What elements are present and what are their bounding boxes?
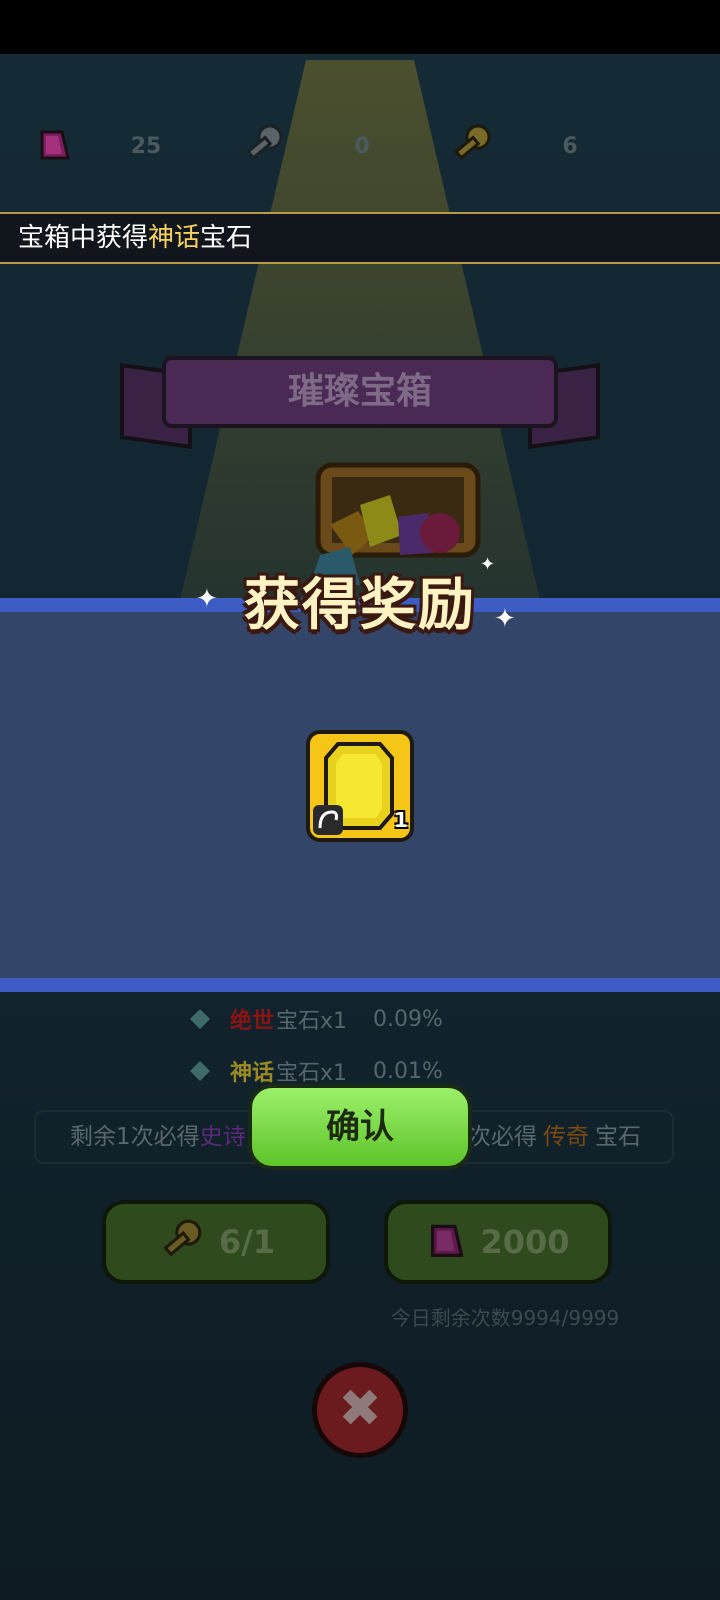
reward-item-count: 1 [394, 808, 408, 832]
probability-rate: 0.09% [373, 1006, 443, 1032]
open-with-gems-button[interactable]: 2000 [384, 1200, 612, 1284]
probability-row: 绝世 宝石x1 0.09% [188, 1003, 443, 1035]
gem-cost-label: 2000 [480, 1223, 570, 1261]
gold-key-icon [163, 1219, 202, 1257]
ticker-pre: 宝箱中获得 [18, 223, 149, 253]
daily-limit-text: 今日剩余次数9994/9999 [390, 1306, 620, 1330]
gem-icon [40, 130, 70, 160]
silver-key-icon [246, 124, 283, 160]
announcement-ticker: 宝箱中获得神话宝石 [0, 212, 720, 264]
gold-key-icon [454, 124, 491, 160]
probability-item: 宝石x1 [276, 1009, 348, 1034]
currency-silver-key: 0 [240, 118, 402, 174]
pity-left: 剩余1次必得史诗 [70, 1112, 246, 1162]
probability-rarity: 神话 [230, 1061, 275, 1086]
reward-dialog-title: 获得奖励 [244, 573, 476, 638]
probability-rate: 0.01% [373, 1058, 443, 1084]
key-cost-label: 6/1 [218, 1223, 276, 1261]
gem-type-badge-icon [313, 805, 343, 835]
sparkle-icon: ✦ [480, 554, 496, 575]
currency-gold-key: 6 [448, 118, 610, 174]
diamond-icon [190, 1061, 210, 1081]
gem-icon [431, 1224, 465, 1257]
gold-key-count: 6 [562, 133, 578, 159]
close-button[interactable]: ✖ [312, 1362, 408, 1458]
silver-key-count: 0 [354, 133, 370, 159]
ticker-post: 宝石 [200, 223, 253, 253]
pity-left-text: 剩余1次必得 [70, 1124, 200, 1150]
ticker-highlight: 神话 [148, 223, 201, 253]
chest-title: 璀璨宝箱 [162, 356, 558, 428]
pity-right-text: 次必得 [468, 1124, 537, 1150]
pity-right: 次必得 传奇 宝石 [468, 1112, 641, 1162]
gem-count: 25 [130, 133, 162, 159]
pity-right-rarity: 传奇 [543, 1124, 589, 1150]
pity-right-post: 宝石 [595, 1124, 641, 1150]
close-icon: ✖ [338, 1379, 382, 1439]
probability-item: 宝石x1 [276, 1061, 348, 1086]
pity-left-rarity: 史诗 [199, 1124, 246, 1150]
probability-row: 神话 宝石x1 0.01% [188, 1055, 443, 1087]
diamond-icon [190, 1009, 210, 1029]
sparkle-icon: ✦ [494, 604, 516, 634]
open-with-key-button[interactable]: 6/1 [102, 1200, 330, 1284]
probability-rarity: 绝世 [230, 1009, 275, 1034]
confirm-button[interactable]: 确认 [248, 1084, 472, 1170]
currency-gem: 25 [36, 118, 186, 174]
sparkle-icon: ✦ [196, 584, 218, 614]
status-bar [0, 0, 720, 54]
